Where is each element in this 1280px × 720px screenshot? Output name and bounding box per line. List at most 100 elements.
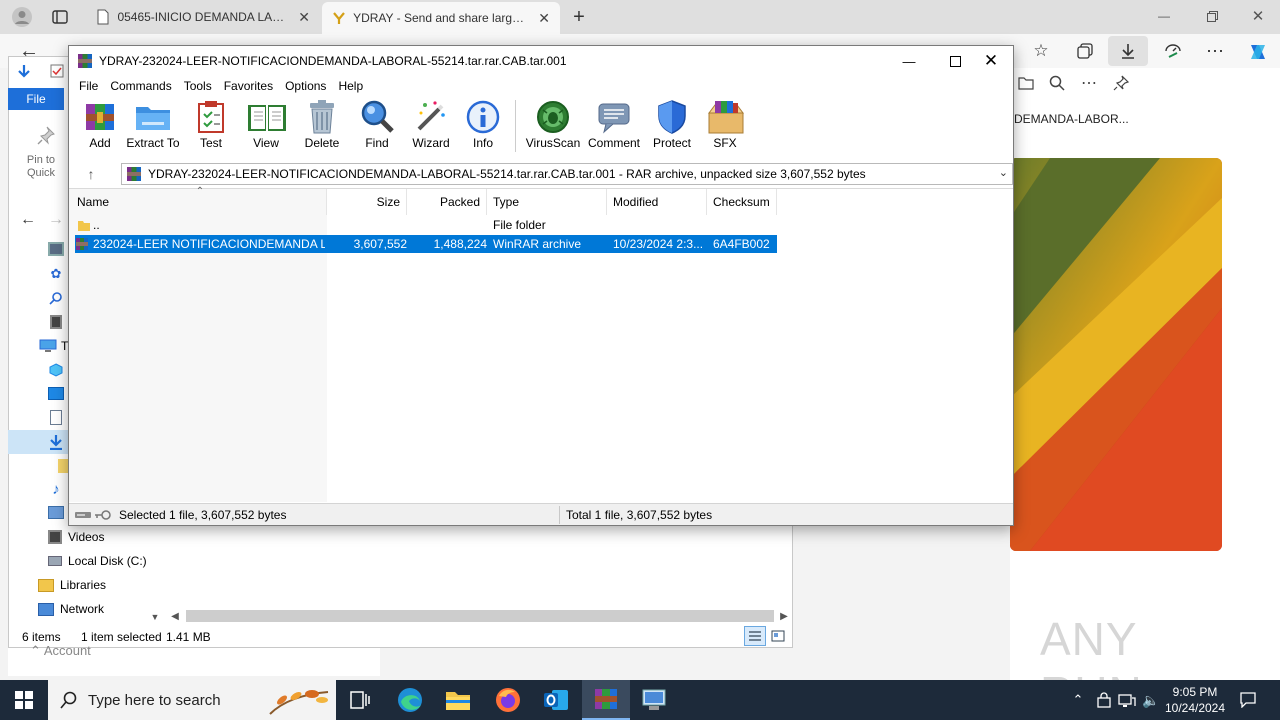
downloads-item-name[interactable]: DEMANDA-LABOR... bbox=[1014, 112, 1144, 128]
winrar-status-bar: Selected 1 file, 3,607,552 bytes Total 1… bbox=[69, 503, 1013, 525]
scroll-left-icon[interactable]: ◀ bbox=[168, 609, 182, 623]
column-header-size[interactable]: Size bbox=[327, 189, 407, 215]
column-header-modified[interactable]: Modified bbox=[607, 189, 707, 215]
scroll-down-icon[interactable]: ▼ bbox=[148, 610, 162, 624]
pin-icon[interactable] bbox=[1110, 72, 1132, 94]
pictures-icon[interactable] bbox=[48, 506, 64, 519]
menu-help[interactable]: Help bbox=[334, 79, 371, 93]
wizard-button[interactable]: Wizard bbox=[407, 98, 455, 150]
info-button[interactable]: Info bbox=[461, 98, 505, 150]
column-header-packed[interactable]: Packed bbox=[407, 189, 487, 215]
gallery-icon[interactable]: ✿ bbox=[48, 266, 64, 282]
protect-button[interactable]: Protect bbox=[648, 98, 696, 150]
nav-libraries[interactable]: Libraries bbox=[38, 578, 106, 592]
network-status-icon[interactable] bbox=[1116, 690, 1138, 710]
find-label: Find bbox=[365, 136, 389, 150]
collections-icon[interactable] bbox=[1072, 38, 1098, 64]
add-button[interactable]: Add bbox=[81, 98, 119, 150]
nav-network-label: Network bbox=[60, 602, 105, 616]
tab-actions-icon[interactable] bbox=[48, 6, 72, 28]
restore-icon[interactable] bbox=[1198, 4, 1226, 28]
virusscan-button[interactable]: VirusScan bbox=[526, 98, 580, 150]
column-header-checksum[interactable]: Checksum bbox=[707, 189, 777, 215]
taskbar-search-box[interactable]: Type here to search bbox=[48, 680, 336, 720]
find-button[interactable]: Find bbox=[353, 98, 401, 150]
horizontal-scrollbar[interactable] bbox=[186, 610, 774, 622]
desktop-icon[interactable] bbox=[48, 242, 64, 256]
this-pc-icon[interactable] bbox=[38, 338, 58, 354]
nav-local-disk[interactable]: Local Disk (C:) bbox=[48, 554, 147, 568]
tiles-view-icon[interactable] bbox=[768, 626, 788, 646]
close-icon[interactable]: ✕ bbox=[538, 10, 550, 27]
notification-icon[interactable] bbox=[1236, 688, 1260, 712]
more-options-icon[interactable]: ⋯ bbox=[1202, 38, 1228, 64]
browser-tab-2[interactable]: YDRAY - Send and share large an ✕ bbox=[322, 2, 560, 34]
profile-icon[interactable] bbox=[8, 4, 36, 30]
nav-network[interactable]: Network bbox=[38, 602, 104, 616]
clock[interactable]: 9:05 PM 10/24/2024 bbox=[1160, 684, 1230, 718]
table-row[interactable]: .. File folder bbox=[75, 216, 777, 234]
forward-icon[interactable]: → bbox=[46, 210, 66, 230]
security-icon[interactable] bbox=[1094, 690, 1114, 710]
downloads-icon[interactable] bbox=[1108, 36, 1148, 66]
minimize-icon[interactable]: — bbox=[887, 46, 931, 76]
menu-commands[interactable]: Commands bbox=[106, 79, 179, 93]
scroll-right-icon[interactable]: ▶ bbox=[777, 609, 791, 623]
menu-file[interactable]: File bbox=[75, 79, 106, 93]
archive-path-field[interactable]: YDRAY-232024-LEER-NOTIFICACIONDEMANDA-LA… bbox=[121, 163, 1013, 185]
folder-outline-icon[interactable] bbox=[1015, 72, 1037, 94]
videos-small-icon[interactable] bbox=[50, 315, 62, 329]
documents-icon[interactable] bbox=[50, 410, 62, 425]
menu-options[interactable]: Options bbox=[281, 79, 334, 93]
column-header-name[interactable]: Name bbox=[71, 189, 327, 215]
music-icon[interactable]: ♪ bbox=[48, 481, 64, 498]
menu-favorites[interactable]: Favorites bbox=[220, 79, 281, 93]
copilot-icon[interactable] bbox=[1244, 38, 1272, 66]
outlook-taskbar-button[interactable] bbox=[532, 680, 580, 720]
properties-icon[interactable] bbox=[48, 62, 66, 80]
3d-objects-icon[interactable] bbox=[48, 362, 64, 378]
start-button[interactable] bbox=[0, 680, 48, 720]
search-icon[interactable] bbox=[48, 290, 64, 306]
file-explorer-taskbar-button[interactable] bbox=[434, 680, 482, 720]
test-button[interactable]: Test bbox=[187, 98, 235, 150]
favorites-icon[interactable]: ☆ bbox=[1028, 38, 1054, 64]
sfx-button[interactable]: SFX bbox=[702, 98, 748, 150]
winrar-title: YDRAY-232024-LEER-NOTIFICACIONDEMANDA-LA… bbox=[99, 54, 567, 68]
winrar-taskbar-button[interactable] bbox=[582, 680, 630, 720]
edge-taskbar-button[interactable] bbox=[386, 680, 434, 720]
search-icon[interactable] bbox=[1046, 72, 1068, 94]
new-tab-icon[interactable]: + bbox=[566, 4, 592, 30]
performance-icon[interactable] bbox=[1160, 38, 1186, 64]
extract-to-button[interactable]: Extract To bbox=[125, 98, 181, 150]
back-icon[interactable]: ← bbox=[18, 210, 38, 230]
details-view-icon[interactable] bbox=[744, 626, 766, 646]
more-icon[interactable]: ⋯ bbox=[1078, 72, 1100, 94]
watermark: ANY RUN bbox=[1040, 613, 1142, 719]
pin-quick-access-button[interactable]: Pin to Quick access bbox=[14, 154, 68, 182]
desktop-folder-icon[interactable] bbox=[48, 387, 64, 400]
close-window-icon[interactable]: ✕ bbox=[1244, 4, 1272, 28]
column-header-type[interactable]: Type bbox=[487, 189, 607, 215]
nav-videos[interactable]: Videos bbox=[48, 530, 104, 544]
close-icon[interactable]: ✕ bbox=[298, 9, 310, 26]
close-icon[interactable]: ✕ bbox=[969, 46, 1013, 76]
table-row[interactable]: 232024-LEER NOTIFICACIONDEMANDA L... 3,6… bbox=[75, 235, 777, 253]
view-button[interactable]: View bbox=[241, 98, 291, 150]
tab-title: 05465-INICIO DEMANDA LABOR/ bbox=[117, 10, 291, 24]
up-one-level-icon[interactable]: ↑ bbox=[81, 165, 101, 183]
firefox-taskbar-button[interactable] bbox=[484, 680, 532, 720]
volume-icon[interactable]: 🔈 bbox=[1140, 690, 1162, 710]
comment-button[interactable]: Comment bbox=[586, 98, 642, 150]
show-hidden-icons[interactable]: ⌃ bbox=[1068, 690, 1088, 710]
file-tab[interactable]: File bbox=[8, 88, 64, 110]
task-view-button[interactable] bbox=[336, 680, 384, 720]
account-item[interactable]: ⌃ Account bbox=[30, 643, 91, 659]
remote-desktop-taskbar-button[interactable] bbox=[630, 680, 678, 720]
delete-button[interactable]: Delete bbox=[297, 98, 347, 150]
winrar-title-bar: YDRAY-232024-LEER-NOTIFICACIONDEMANDA-LA… bbox=[69, 46, 1013, 76]
menu-tools[interactable]: Tools bbox=[180, 79, 220, 93]
chevron-down-icon[interactable]: ⌄ bbox=[999, 166, 1008, 179]
minimize-icon[interactable]: — bbox=[1150, 4, 1178, 28]
browser-tab-1[interactable]: 05465-INICIO DEMANDA LABOR/ ✕ bbox=[86, 4, 320, 30]
